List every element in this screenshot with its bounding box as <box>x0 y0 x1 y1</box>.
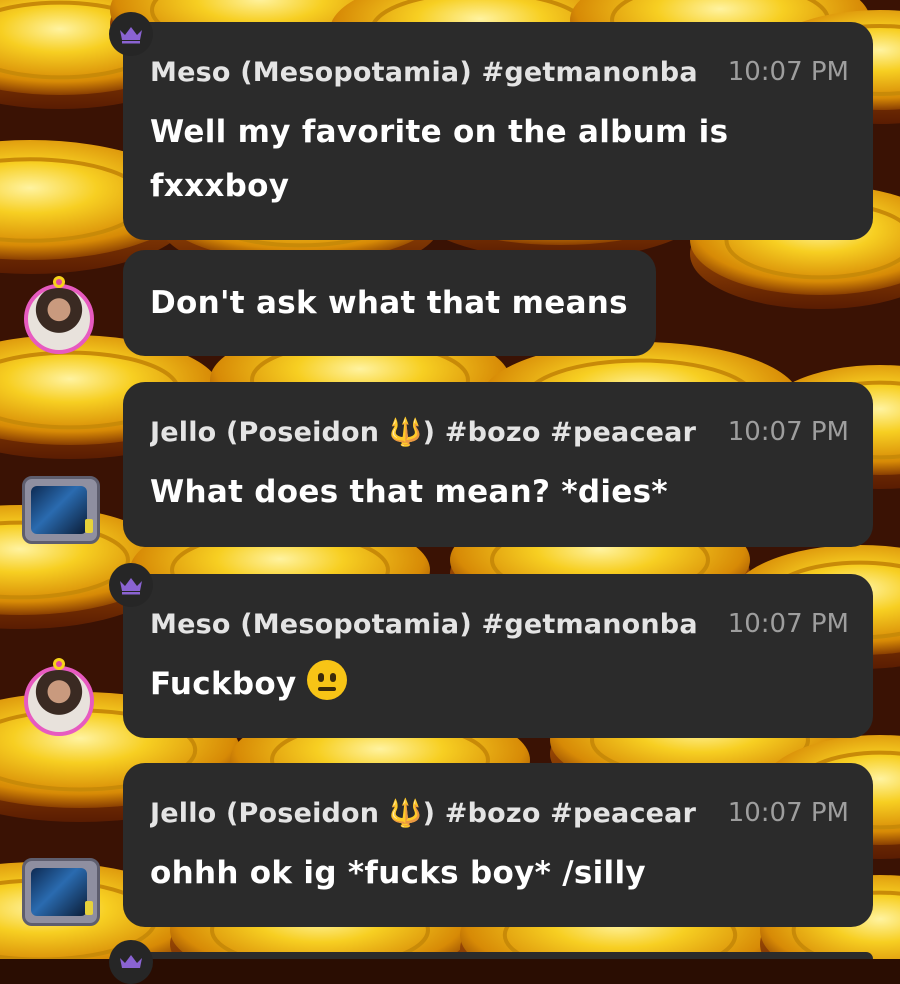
avatar-tv-screen <box>31 486 87 534</box>
crown-icon <box>120 578 142 595</box>
neutral-face-icon <box>306 660 347 700</box>
message-timestamp: 10:07 PM <box>727 417 849 447</box>
message-timestamp: 10:07 PM <box>727 798 849 828</box>
crown-icon <box>120 27 142 44</box>
message-timestamp: 10:07 PM <box>727 609 849 639</box>
crown-badge <box>109 940 153 984</box>
message-header: Jello (Poseidon 🔱) #bozo #peacear 10:07 … <box>150 793 849 833</box>
author-name-suffix: ) #bozo #peacear <box>422 798 697 829</box>
avatar-tv-screen <box>31 868 87 916</box>
message-author[interactable]: Meso (Mesopotamia) #getmanonba <box>150 57 710 88</box>
trident-icon: 🔱 <box>388 417 423 448</box>
message-text: Don't ask what that means <box>150 285 628 321</box>
message-body: Fuckboy <box>150 666 297 702</box>
flower-frame-icon <box>53 658 65 670</box>
trident-icon: 🔱 <box>388 798 423 829</box>
message-text: What does that mean? *dies* <box>150 474 668 510</box>
user-avatar[interactable] <box>22 858 100 926</box>
message-author[interactable]: Jello (Poseidon 🔱) #bozo #peacear <box>150 797 710 829</box>
chat-message[interactable]: Don't ask what that means <box>123 250 656 356</box>
message-author[interactable]: Meso (Mesopotamia) #getmanonba <box>150 609 710 640</box>
message-text: Fuckboy <box>150 657 347 711</box>
crown-badge <box>109 563 153 607</box>
author-name-prefix: Jello (Poseidon <box>150 417 389 448</box>
message-author[interactable]: Jello (Poseidon 🔱) #bozo #peacear <box>150 416 710 448</box>
message-header: Jello (Poseidon 🔱) #bozo #peacear 10:07 … <box>150 412 849 452</box>
chat-message[interactable]: Meso (Mesopotamia) #getmanonba 10:07 PM … <box>123 22 873 240</box>
avatar-tv-knob <box>85 901 93 915</box>
avatar-tv-knob <box>85 519 93 533</box>
user-avatar[interactable] <box>24 276 94 354</box>
message-text: ohhh ok ig *fucks boy* /silly <box>150 855 646 891</box>
chat-message[interactable]: Meso (Mesopotamia) #getmanonba 10:07 PM … <box>123 574 873 738</box>
chat-message[interactable]: Jello (Poseidon 🔱) #bozo #peacear 10:07 … <box>123 763 873 927</box>
message-header: Meso (Mesopotamia) #getmanonba 10:07 PM <box>150 52 849 92</box>
message-text: Well my favorite on the album is fxxxboy <box>150 105 728 213</box>
author-name-prefix: Jello (Poseidon <box>150 798 389 829</box>
user-avatar[interactable] <box>22 476 100 544</box>
message-timestamp: 10:07 PM <box>727 57 849 87</box>
crown-icon <box>120 955 142 968</box>
message-header: Meso (Mesopotamia) #getmanonba 10:07 PM <box>150 604 849 644</box>
flower-frame-icon <box>53 276 65 288</box>
message-line: Well my favorite on the album is <box>150 114 729 150</box>
message-line: fxxxboy <box>150 168 290 204</box>
chat-message[interactable]: Jello (Poseidon 🔱) #bozo #peacear 10:07 … <box>123 382 873 547</box>
crown-badge <box>109 12 153 56</box>
author-name-suffix: ) #bozo #peacear <box>422 417 697 448</box>
chat-message[interactable] <box>123 952 873 959</box>
user-avatar[interactable] <box>24 658 94 736</box>
